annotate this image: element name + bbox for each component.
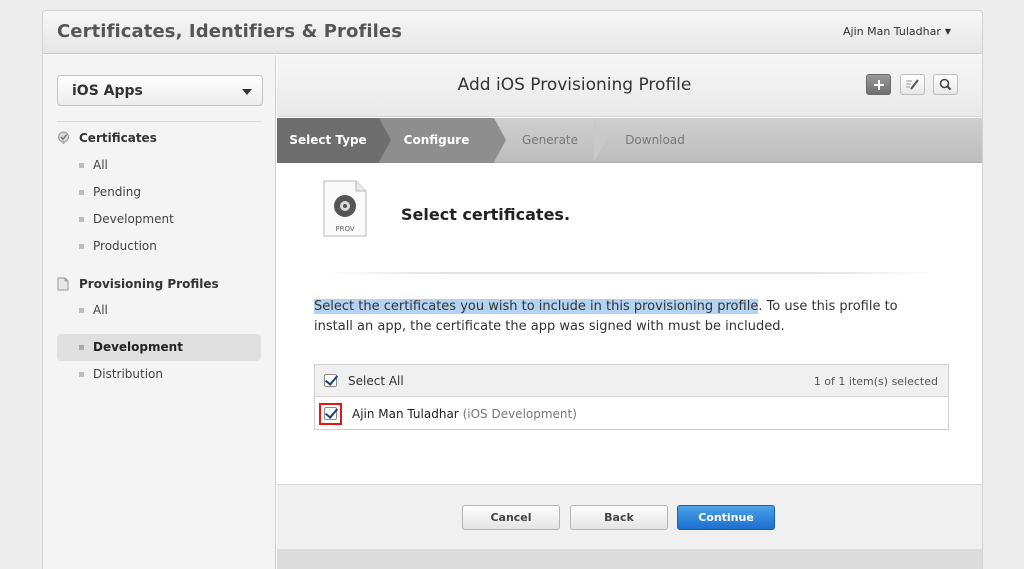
sidebar-item-certificates-development[interactable]: Development xyxy=(57,206,261,233)
table-row: Ajin Man Tuladhar (iOS Development) xyxy=(315,398,948,430)
sidebar-item-certificates-pending[interactable]: Pending xyxy=(57,179,261,206)
cancel-button[interactable]: Cancel xyxy=(462,505,560,530)
sidebar-section-label: Certificates xyxy=(79,131,157,145)
bullet-icon xyxy=(79,308,84,313)
app-window: Certificates, Identifiers & Profiles Aji… xyxy=(42,10,983,569)
certificate-name: Ajin Man Tuladhar (iOS Development) xyxy=(352,407,577,421)
search-button[interactable] xyxy=(933,74,958,95)
step-select-type: Select Type xyxy=(277,118,379,163)
sidebar-item-label: Production xyxy=(93,239,157,253)
sidebar-section-label: Provisioning Profiles xyxy=(79,277,219,291)
wizard-steps: Select Type Configure Generate Download xyxy=(277,118,982,163)
search-icon xyxy=(939,78,952,91)
platform-select-value: iOS Apps xyxy=(72,83,143,99)
back-button[interactable]: Back xyxy=(570,505,668,530)
selection-count: 1 of 1 item(s) selected xyxy=(813,375,938,388)
section-title: Select certificates. xyxy=(401,205,571,224)
prov-icon-label: PROV xyxy=(335,225,354,233)
bullet-icon xyxy=(79,372,84,377)
select-all-label: Select All xyxy=(348,374,404,388)
dropdown-arrow-icon xyxy=(242,89,252,95)
sidebar-item-profiles-all[interactable]: All xyxy=(57,297,261,324)
document-icon xyxy=(57,277,69,291)
edit-button[interactable] xyxy=(900,74,925,95)
sidebar-item-label: All xyxy=(93,158,108,172)
bullet-icon xyxy=(79,244,84,249)
certificate-type: (iOS Development) xyxy=(462,407,577,421)
sidebar-item-label: Development xyxy=(93,340,183,354)
bullet-icon xyxy=(79,345,84,350)
bullet-icon xyxy=(79,163,84,168)
instructions-text: Select the certificates you wish to incl… xyxy=(314,297,914,337)
sidebar-item-label: All xyxy=(93,303,108,317)
caret-down-icon: ▼ xyxy=(944,27,951,36)
step-chevron xyxy=(594,118,606,162)
step-chevron xyxy=(379,118,391,162)
edit-icon xyxy=(906,79,919,90)
continue-button[interactable]: Continue xyxy=(677,505,775,530)
step-download: Download xyxy=(625,133,685,147)
sidebar-item-certificates-all[interactable]: All xyxy=(57,152,261,179)
bottom-strip xyxy=(277,549,982,569)
add-button[interactable] xyxy=(866,74,891,95)
provisioning-profile-icon: PROV xyxy=(323,180,367,237)
button-bar: Cancel Back Continue xyxy=(277,484,982,549)
step-generate: Generate xyxy=(521,133,579,147)
certificate-checkbox[interactable] xyxy=(324,407,337,420)
sidebar: iOS Apps Certificates All Pending Develo… xyxy=(43,55,276,569)
content-separator xyxy=(321,272,941,274)
select-all-checkbox[interactable] xyxy=(324,374,337,387)
bullet-icon xyxy=(79,190,84,195)
user-menu[interactable]: Ajin Man Tuladhar ▼ xyxy=(843,25,951,38)
highlighted-text: Select the certificates you wish to incl… xyxy=(314,299,759,314)
top-bar: Certificates, Identifiers & Profiles Aji… xyxy=(43,11,982,54)
step-chevron xyxy=(494,118,506,162)
sidebar-item-certificates-production[interactable]: Production xyxy=(57,233,261,260)
table-header: Select All 1 of 1 item(s) selected xyxy=(315,365,948,397)
page-title: Add iOS Provisioning Profile xyxy=(457,75,692,95)
step-configure: Configure xyxy=(379,118,494,163)
certificates-table: Select All 1 of 1 item(s) selected Ajin … xyxy=(314,364,949,430)
platform-select[interactable]: iOS Apps xyxy=(57,75,263,106)
main-header: Add iOS Provisioning Profile xyxy=(277,55,982,117)
user-name: Ajin Man Tuladhar xyxy=(843,25,941,38)
bullet-icon xyxy=(79,217,84,222)
sidebar-divider xyxy=(57,121,261,122)
sidebar-item-label: Pending xyxy=(93,185,141,199)
main-panel: Add iOS Provisioning Profile Select Type… xyxy=(277,55,982,569)
app-title: Certificates, Identifiers & Profiles xyxy=(57,21,403,42)
sidebar-item-profiles-distribution[interactable]: Distribution xyxy=(57,361,261,388)
certificate-icon xyxy=(57,131,69,145)
sidebar-item-profiles-development[interactable]: Development xyxy=(57,334,261,361)
sidebar-item-label: Distribution xyxy=(93,367,164,381)
certificate-owner: Ajin Man Tuladhar xyxy=(352,407,459,421)
sidebar-item-label: Development xyxy=(93,212,174,226)
